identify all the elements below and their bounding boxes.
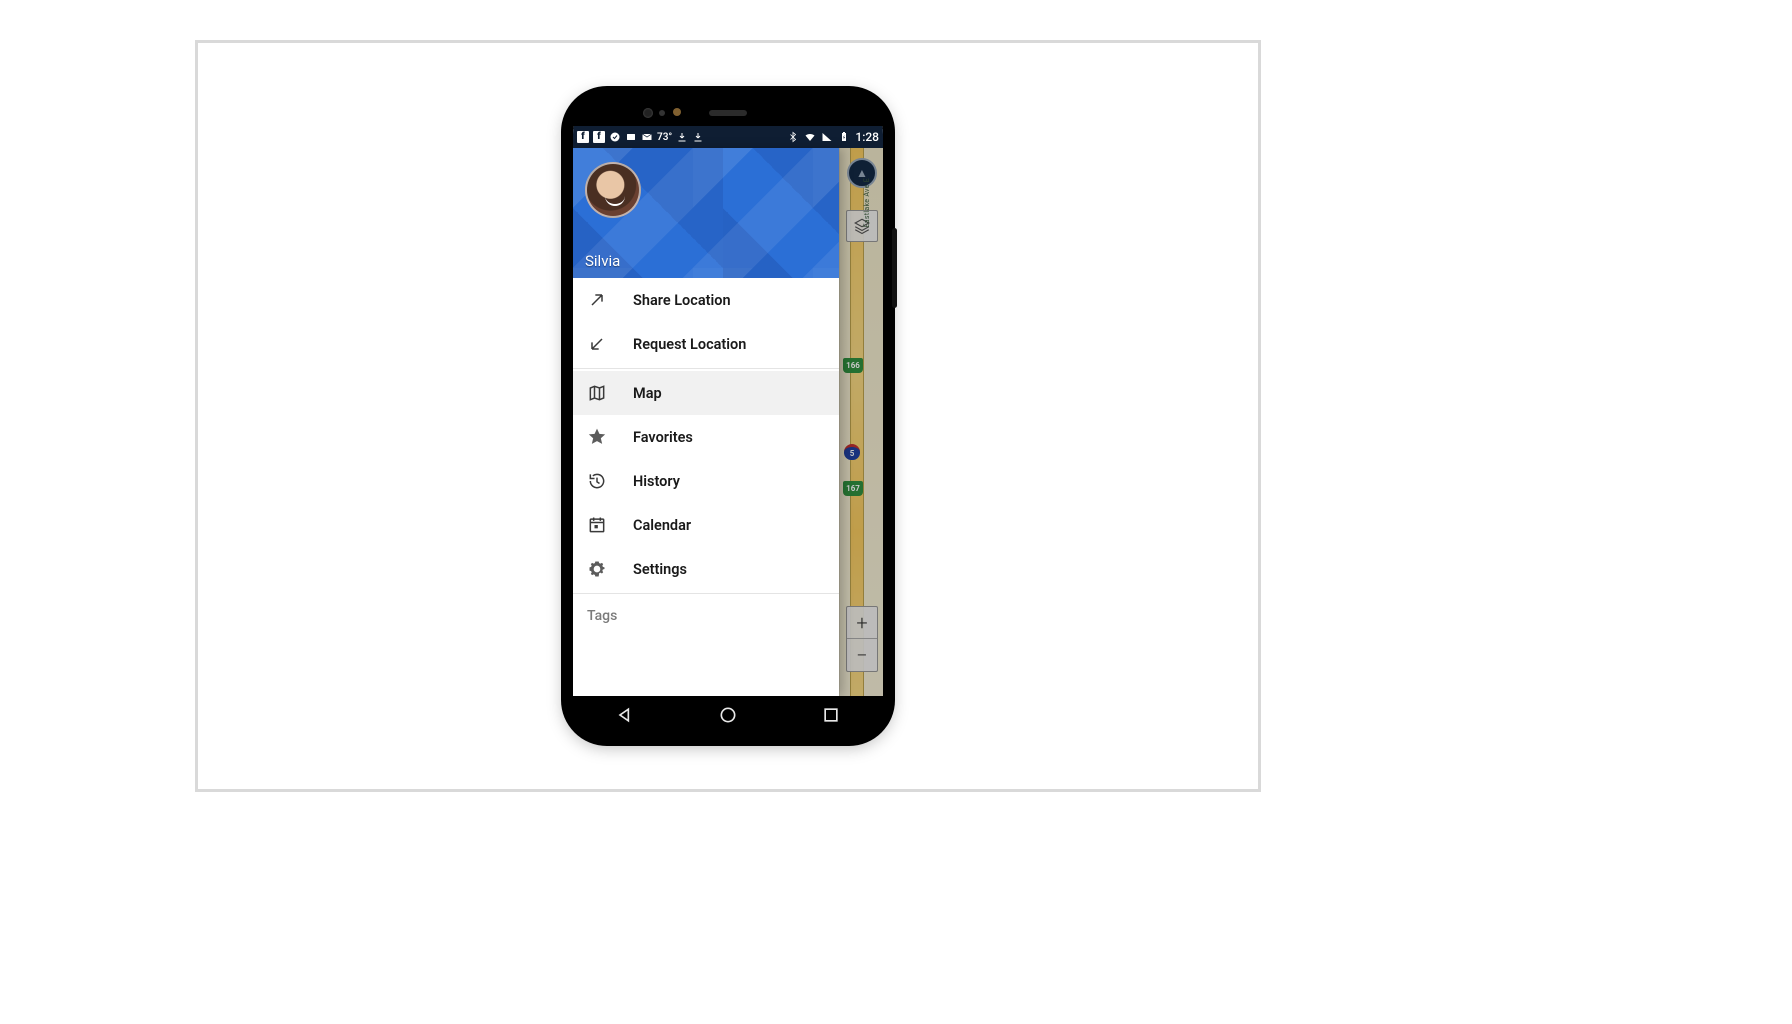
menu-separator <box>573 368 839 369</box>
menu-separator <box>573 593 839 594</box>
screenshot-icon <box>625 131 637 143</box>
android-nav-bar <box>573 696 883 734</box>
phone-screen: f f 73° <box>573 126 883 696</box>
weather-temperature: 73° <box>657 132 672 143</box>
battery-charging-icon <box>838 131 850 143</box>
route-shield: 166 <box>843 358 863 373</box>
menu-item-label: Calendar <box>633 517 691 534</box>
wifi-icon <box>804 131 816 143</box>
user-avatar[interactable] <box>585 162 641 218</box>
zoom-in-button[interactable]: + <box>847 607 877 639</box>
cell-signal-icon <box>821 131 833 143</box>
menu-item-label: Settings <box>633 561 687 578</box>
menu-item-label: Share Location <box>633 292 731 309</box>
map-icon <box>587 383 607 403</box>
drawer-menu: Share Location Request Location <box>573 278 839 696</box>
facebook-notification-icon: f <box>593 131 605 143</box>
nav-recents-button[interactable] <box>816 700 846 730</box>
nav-back-button[interactable] <box>610 700 640 730</box>
phone-glass: f f 73° <box>573 98 883 734</box>
menu-item-settings[interactable]: Settings <box>573 547 839 591</box>
menu-item-favorites[interactable]: Favorites <box>573 415 839 459</box>
menu-item-request-location[interactable]: Request Location <box>573 322 839 366</box>
menu-item-label: History <box>633 473 680 490</box>
earpiece-speaker <box>709 110 747 116</box>
status-bar: f f 73° <box>573 126 883 148</box>
document-frame: f f 73° <box>195 40 1261 792</box>
menu-item-label: Request Location <box>633 336 746 353</box>
menu-item-calendar[interactable]: Calendar <box>573 503 839 547</box>
circle-home-icon <box>718 705 738 725</box>
user-name-label: Silvia <box>585 252 827 270</box>
menu-item-label: Map <box>633 385 662 402</box>
map-zoom-control: + − <box>846 606 878 672</box>
arrow-up-right-icon <box>587 290 607 310</box>
section-header-tags: Tags <box>573 596 839 630</box>
zoom-out-button[interactable]: − <box>847 639 877 671</box>
route-shield: 167 <box>843 481 863 496</box>
sensor-light-icon <box>673 108 681 116</box>
nav-home-button[interactable] <box>713 700 743 730</box>
history-icon <box>587 471 607 491</box>
download-icon <box>676 131 688 143</box>
map-layers-button[interactable] <box>846 210 878 242</box>
phone-top-hardware <box>573 98 883 126</box>
navigation-drawer: Silvia Share Location <box>573 148 839 696</box>
square-recents-icon <box>821 705 841 725</box>
sync-icon <box>609 131 621 143</box>
download-icon <box>692 131 704 143</box>
arrow-down-left-icon <box>587 334 607 354</box>
menu-item-history[interactable]: History <box>573 459 839 503</box>
clock: 1:28 <box>855 130 879 144</box>
menu-item-share-location[interactable]: Share Location <box>573 278 839 322</box>
map-background[interactable]: ▲ Eastlake Ave E 166 5 167 + − <box>839 148 883 696</box>
mail-icon <box>641 131 653 143</box>
compass-button[interactable]: ▲ <box>847 158 877 188</box>
menu-item-label: Favorites <box>633 429 693 446</box>
calendar-icon <box>587 515 607 535</box>
front-camera-icon <box>643 108 653 118</box>
drawer-header[interactable]: Silvia <box>573 148 839 278</box>
menu-item-map[interactable]: Map <box>573 371 839 415</box>
sensor-icon <box>659 110 665 116</box>
gear-icon <box>587 559 607 579</box>
star-icon <box>587 427 607 447</box>
interstate-shield: 5 <box>844 444 860 460</box>
phone-power-button <box>892 228 897 308</box>
app-content: Silvia Share Location <box>573 148 883 696</box>
facebook-notification-icon: f <box>577 131 589 143</box>
phone-device: f f 73° <box>563 88 893 744</box>
bluetooth-icon <box>787 131 799 143</box>
road-label: Eastlake Ave E <box>863 178 871 228</box>
triangle-back-icon <box>615 705 635 725</box>
